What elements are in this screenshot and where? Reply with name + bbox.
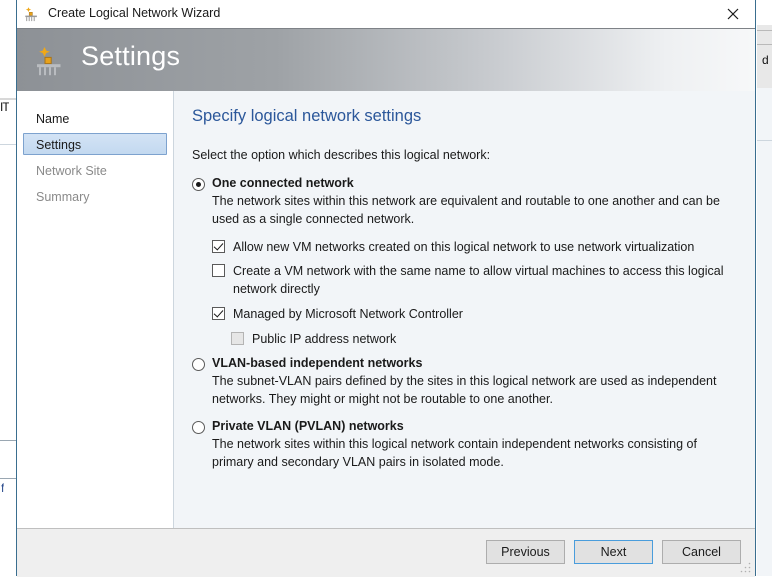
radio-option-vlan-based[interactable]: VLAN-based independent networks [192, 356, 737, 372]
content-instruction: Select the option which describes this l… [192, 148, 491, 162]
checkbox-row-public-ip-network: Public IP address network [231, 331, 737, 349]
next-button[interactable]: Next [574, 540, 653, 564]
background-text-fragment-left-bottom: f [1, 481, 5, 495]
background-window-right-lower [757, 88, 772, 576]
radio-description-private-vlan: The network sites within this logical ne… [212, 436, 697, 469]
checkbox-create-vm-network[interactable] [212, 264, 225, 278]
sidebar-item-network-site: Network Site [36, 164, 107, 178]
sidebar-item-settings[interactable]: Settings [23, 133, 167, 155]
background-window-right-lower-line [757, 140, 772, 141]
checkbox-label-network-controller[interactable]: Managed by Microsoft Network Controller [233, 306, 463, 324]
cancel-button[interactable]: Cancel [662, 540, 741, 564]
content-heading: Specify logical network settings [192, 107, 422, 125]
radio-button-private-vlan[interactable] [192, 420, 205, 434]
logical-network-header-icon [34, 45, 70, 79]
checkbox-label-public-ip-network: Public IP address network [252, 331, 397, 346]
dialog-body: Name Settings Network Site Summary Speci… [17, 91, 755, 528]
logical-network-icon [24, 5, 42, 23]
resize-grip-icon[interactable] [739, 561, 752, 574]
sidebar-item-name[interactable]: Name [23, 107, 167, 129]
title-bar: Create Logical Network Wizard [17, 0, 755, 28]
create-logical-network-wizard-dialog: Create Logical Network Wizard Settings N… [16, 0, 756, 577]
background-text-fragment-right: d [762, 53, 769, 67]
wizard-steps-sidebar: Name Settings Network Site Summary [17, 91, 174, 528]
checkbox-row-network-controller[interactable]: Managed by Microsoft Network Controller [212, 306, 737, 324]
checkbox-network-controller[interactable] [212, 306, 225, 320]
checkbox-row-network-virtualization[interactable]: Allow new VM networks created on this lo… [212, 239, 737, 257]
radio-description-one-connected-network: The network sites within this network ar… [212, 194, 720, 226]
radio-button-vlan-based[interactable] [192, 358, 205, 372]
previous-button[interactable]: Previous [486, 540, 565, 564]
dialog-footer: Previous Next Cancel [17, 528, 755, 577]
radio-button-one-connected-network[interactable] [192, 178, 205, 191]
checkbox-label-create-vm-network[interactable]: Create a VM network with the same name t… [233, 263, 737, 299]
checkbox-network-virtualization[interactable] [212, 239, 225, 253]
background-window-right-line-2 [757, 44, 772, 45]
background-window-right-line-1 [757, 30, 772, 31]
radio-option-one-connected-network[interactable]: One connected network [192, 176, 737, 191]
checkbox-label-network-virtualization[interactable]: Allow new VM networks created on this lo… [233, 239, 694, 257]
background-text-fragment-left-top: IT [0, 100, 9, 114]
checkbox-public-ip-network [231, 331, 244, 345]
radio-label-vlan-based[interactable]: VLAN-based independent networks [212, 356, 422, 370]
sidebar-item-summary: Summary [36, 190, 90, 204]
window-title: Create Logical Network Wizard [48, 6, 221, 20]
page-title: Settings [81, 41, 181, 71]
wizard-header: Settings [17, 28, 755, 91]
settings-content-panel: Specify logical network settings Select … [174, 91, 755, 528]
radio-label-one-connected-network[interactable]: One connected network [212, 176, 354, 190]
checkbox-row-create-vm-network[interactable]: Create a VM network with the same name t… [212, 263, 737, 299]
radio-option-private-vlan[interactable]: Private VLAN (PVLAN) networks [192, 419, 737, 434]
close-icon[interactable] [710, 0, 755, 27]
radio-description-vlan-based: The subnet-VLAN pairs defined by the sit… [212, 374, 717, 406]
radio-label-private-vlan[interactable]: Private VLAN (PVLAN) networks [212, 419, 404, 433]
one-connected-network-suboptions: Allow new VM networks created on this lo… [212, 239, 737, 349]
